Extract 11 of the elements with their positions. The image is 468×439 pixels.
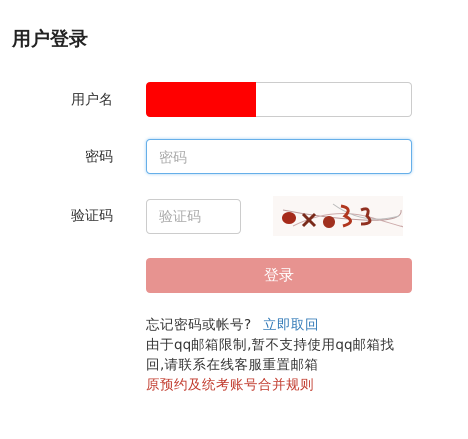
page-title: 用户登录 — [12, 27, 89, 52]
rules-link[interactable]: 原预约及统考账号合并规则 — [146, 377, 314, 393]
forgot-text: 忘记密码或帐号? — [146, 316, 252, 335]
username-field[interactable] — [256, 82, 412, 117]
field-label: 用户名 — [70, 90, 114, 108]
field-label: 密码 — [84, 148, 114, 166]
captcha-field[interactable]: 验证码 — [146, 198, 241, 234]
recover-link[interactable]: 立即取回 — [263, 315, 320, 335]
notice-text: 由于qq邮箱限制,暂不支持使用qq邮箱找回,请联系在线客服重置邮箱 — [146, 336, 396, 375]
field-label: 验证码 — [70, 207, 114, 225]
password-field[interactable]: 密码 — [146, 139, 412, 174]
